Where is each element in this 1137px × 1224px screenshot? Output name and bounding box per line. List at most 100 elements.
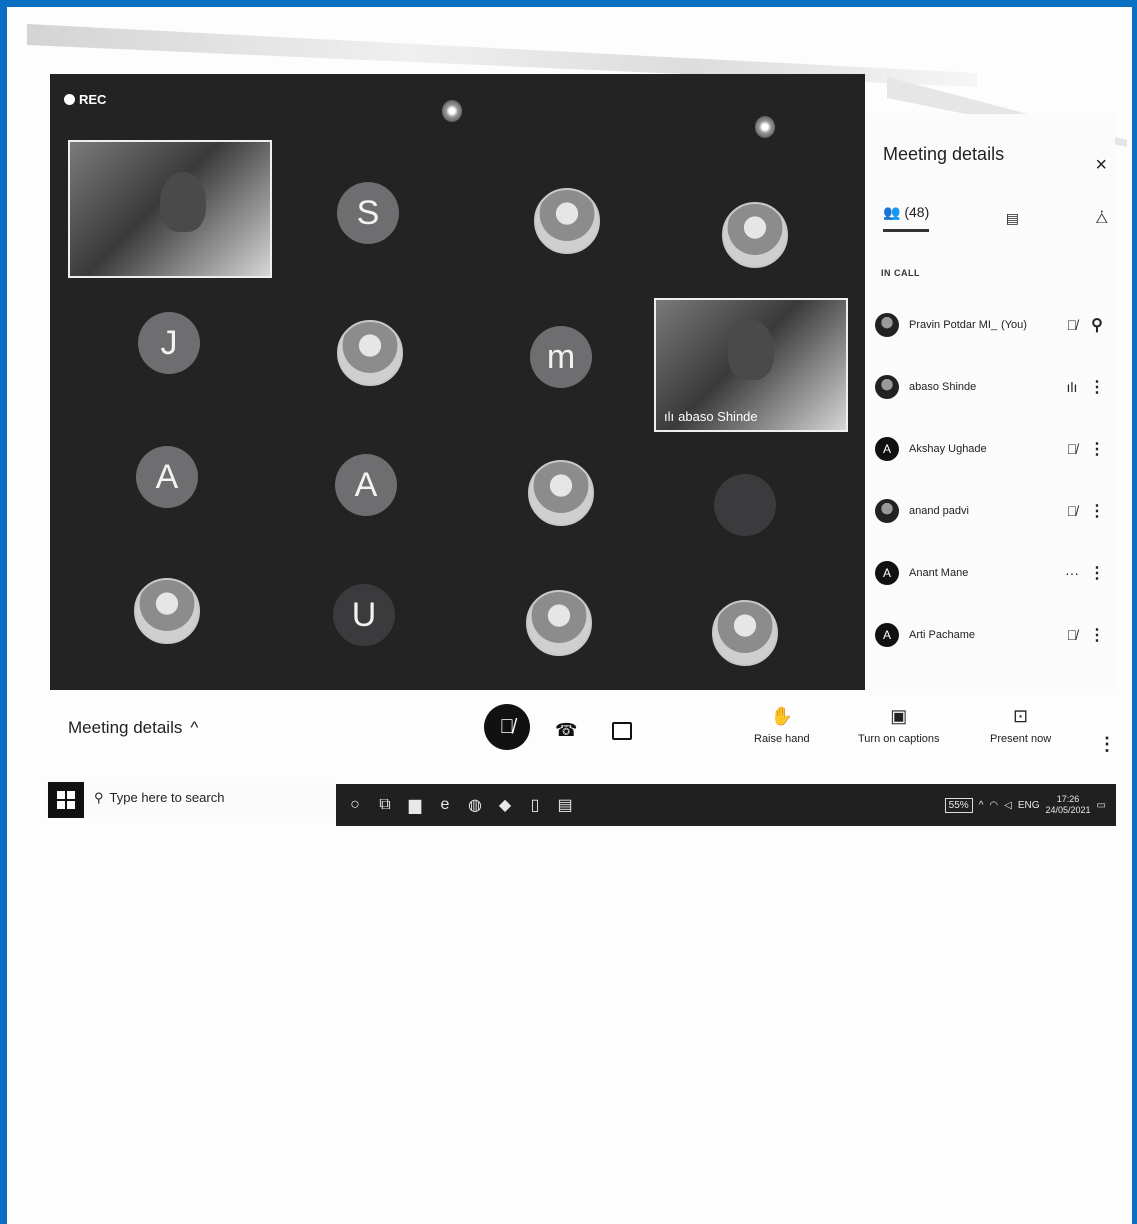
participant-tile[interactable]: A bbox=[335, 454, 397, 516]
participant-tile[interactable] bbox=[526, 590, 592, 656]
participant-row[interactable]: Pravin Potdar MI_ (You) 🎙̸ ⚲ bbox=[875, 294, 1107, 356]
taskbar: ○ ⧉ ▆ e ◍ ◆ ▯ ▤ 55% ^ ◠ ◁ ENG 17:26 24/0… bbox=[336, 784, 1116, 826]
battery-indicator[interactable]: 55% bbox=[944, 797, 973, 813]
meet-window: REC S J m ılı abaso Shinde A A U Meeting… bbox=[50, 74, 1115, 694]
language-indicator[interactable]: ENG bbox=[1018, 800, 1040, 811]
chevron-up-icon[interactable]: ^ bbox=[979, 800, 984, 811]
participant-row[interactable]: anand padvi 🎙̸ ⋮ bbox=[875, 480, 1107, 542]
more-options-icon[interactable]: ⋮ bbox=[1087, 439, 1107, 459]
task-view-icon[interactable]: ⧉ bbox=[370, 796, 400, 814]
more-options-icon[interactable]: ⋮ bbox=[1098, 734, 1116, 755]
present-icon: ⊡ bbox=[1013, 706, 1029, 726]
mic-off-icon[interactable]: 🎙̸ bbox=[1057, 627, 1087, 643]
participant-avatar: A bbox=[335, 454, 397, 516]
meeting-details-toggle[interactable]: Meeting details ^ bbox=[68, 718, 198, 738]
tab-chat[interactable]: ▤ bbox=[1006, 210, 1019, 227]
participant-tile[interactable]: A bbox=[136, 446, 198, 508]
notification-icon[interactable]: ▭ bbox=[1097, 800, 1106, 811]
file-explorer-icon[interactable]: ▆ bbox=[400, 795, 430, 815]
cortana-icon[interactable]: ○ bbox=[340, 796, 370, 814]
volume-icon[interactable]: ◁ bbox=[1004, 800, 1012, 811]
clock-time: 17:26 bbox=[1056, 794, 1080, 804]
wifi-icon[interactable]: ◠ bbox=[989, 800, 998, 811]
participant-avatar bbox=[875, 313, 899, 337]
present-label: Present now bbox=[990, 733, 1052, 745]
more-options-icon[interactable]: ⋮ bbox=[1087, 377, 1107, 397]
mic-off-icon[interactable]: 🎙̸ bbox=[1057, 441, 1087, 457]
captions-icon: ▣ bbox=[890, 706, 908, 726]
mic-toggle-button[interactable]: 🎙̸ bbox=[484, 704, 530, 750]
people-count: (48) bbox=[904, 204, 930, 220]
participant-row[interactable]: A Arti Pachame 🎙̸ ⋮ bbox=[875, 604, 1107, 666]
captions-button[interactable]: ▣ Turn on captions bbox=[858, 706, 940, 745]
participant-avatar: A bbox=[875, 561, 899, 585]
participant-tile[interactable]: m bbox=[530, 326, 592, 388]
chat-icon: ▤ bbox=[1005, 209, 1019, 226]
app-icon[interactable]: ◆ bbox=[490, 795, 520, 815]
participant-tile[interactable] bbox=[714, 474, 776, 536]
app-icon[interactable]: ▯ bbox=[520, 795, 550, 815]
participant-tile[interactable] bbox=[534, 188, 600, 254]
participant-avatar: A bbox=[875, 437, 899, 461]
camera-reflection bbox=[442, 100, 462, 122]
close-icon[interactable]: × bbox=[1095, 154, 1107, 177]
chevron-up-icon: ^ bbox=[190, 718, 199, 737]
people-icon: 👥 bbox=[883, 204, 901, 220]
camera-reflection bbox=[755, 116, 775, 138]
participant-avatar: J bbox=[138, 312, 200, 374]
participant-row[interactable]: A Anant Mane ··· ⋮ bbox=[875, 542, 1107, 604]
taskbar-search[interactable]: ⚲ Type here to search bbox=[94, 790, 224, 806]
participant-row[interactable]: abaso Shinde ılı ⋮ bbox=[875, 356, 1107, 418]
camera-toggle-button[interactable] bbox=[612, 722, 632, 740]
raise-hand-button[interactable]: ✋ Raise hand bbox=[754, 706, 810, 745]
panel-tabs: 👥 (48) ▤ ⧊ bbox=[883, 204, 1108, 232]
participant-row[interactable]: A Akshay Ughade 🎙̸ ⋮ bbox=[875, 418, 1107, 480]
recording-label: REC bbox=[79, 92, 107, 107]
participant-avatar bbox=[875, 375, 899, 399]
raise-hand-label: Raise hand bbox=[754, 733, 810, 745]
chrome-icon[interactable]: ◍ bbox=[460, 795, 490, 815]
windows-start-button[interactable] bbox=[48, 782, 84, 818]
participant-name: Anant Mane bbox=[909, 567, 969, 579]
edge-icon[interactable]: e bbox=[430, 796, 460, 814]
participant-video-tile[interactable] bbox=[68, 140, 272, 278]
participant-tile[interactable] bbox=[134, 578, 200, 644]
more-options-icon[interactable]: ⋮ bbox=[1087, 625, 1107, 645]
mic-off-icon[interactable]: 🎙̸ bbox=[1057, 503, 1087, 519]
panel-title: Meeting details bbox=[883, 144, 1005, 164]
participant-tile[interactable]: J bbox=[138, 312, 200, 374]
participant-avatar: m bbox=[530, 326, 592, 388]
participant-avatar bbox=[526, 590, 592, 656]
participant-tile[interactable] bbox=[528, 460, 594, 526]
participant-tile[interactable] bbox=[337, 320, 403, 386]
participant-avatar: A bbox=[875, 623, 899, 647]
shapes-icon: ⧊ bbox=[1095, 209, 1109, 226]
participant-avatar bbox=[712, 600, 778, 666]
mic-off-icon[interactable]: 🎙̸ bbox=[1057, 317, 1087, 333]
participant-tile[interactable] bbox=[712, 600, 778, 666]
hand-icon: ✋ bbox=[770, 706, 794, 726]
more-options-icon[interactable]: ⋮ bbox=[1087, 501, 1107, 521]
meeting-details-panel: Meeting details × 👥 (48) ▤ ⧊ IN CALL Pra… bbox=[865, 114, 1115, 690]
participant-tile[interactable] bbox=[722, 202, 788, 268]
participant-tile[interactable]: S bbox=[337, 182, 399, 244]
participant-tile[interactable]: U bbox=[333, 584, 395, 646]
speaker-name: abaso Shinde bbox=[678, 409, 758, 424]
app-icon[interactable]: ▤ bbox=[550, 795, 580, 815]
tab-people[interactable]: 👥 (48) bbox=[883, 204, 930, 232]
participant-avatar: U bbox=[333, 584, 395, 646]
tab-activities[interactable]: ⧊ bbox=[1096, 210, 1109, 227]
present-now-button[interactable]: ⊡ Present now bbox=[990, 706, 1051, 745]
audio-wave-icon: ılı bbox=[664, 409, 675, 424]
captions-label: Turn on captions bbox=[858, 733, 940, 745]
more-options-icon[interactable]: ⋮ bbox=[1087, 563, 1107, 583]
participant-avatar bbox=[875, 499, 899, 523]
pin-icon[interactable]: ⚲ bbox=[1087, 315, 1107, 335]
recording-indicator: REC bbox=[64, 92, 106, 107]
participant-name: abaso Shinde bbox=[909, 381, 977, 393]
clock[interactable]: 17:26 24/05/2021 bbox=[1046, 794, 1091, 816]
section-heading: IN CALL bbox=[881, 268, 920, 278]
participant-name: Arti Pachame bbox=[909, 629, 976, 641]
featured-speaker-video[interactable]: ılı abaso Shinde bbox=[654, 298, 848, 432]
hang-up-button[interactable]: ☎ bbox=[555, 720, 577, 741]
